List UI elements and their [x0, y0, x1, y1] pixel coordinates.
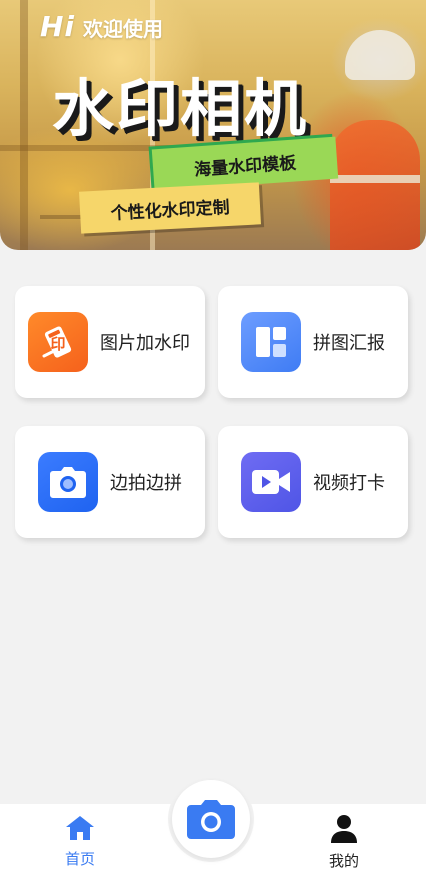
banner-helmet-decoration: [345, 30, 415, 80]
tag-custom-label: 个性化水印定制: [110, 197, 231, 224]
hero-banner[interactable]: Hi 欢迎使用 水印相机 海量水印模板 个性化水印定制: [0, 0, 426, 250]
add-watermark-label: 图片加水印: [100, 333, 190, 354]
shoot-and-stitch-label: 边拍边拼: [110, 473, 182, 494]
banner-decoration: [20, 0, 28, 250]
video-checkin-label: 视频打卡: [313, 473, 385, 494]
video-camera-icon: [241, 452, 301, 512]
collage-report-card[interactable]: 拼图汇报: [218, 286, 408, 398]
greeting-hi: Hi: [40, 10, 76, 43]
watermark-stamp-icon: 印: [28, 312, 88, 372]
collage-report-label: 拼图汇报: [313, 333, 385, 354]
tag-templates-label: 海量水印模板: [193, 152, 297, 181]
banner-vest-stripe: [330, 175, 420, 183]
nav-mine[interactable]: 我的: [294, 814, 394, 874]
collage-grid-icon: [241, 312, 301, 372]
banner-title: 水印相机: [52, 72, 309, 145]
camera-icon: [187, 800, 235, 839]
banner-vest-decoration: [330, 120, 420, 250]
svg-text:印: 印: [50, 335, 65, 353]
nav-mine-label: 我的: [328, 852, 359, 870]
video-checkin-card[interactable]: 视频打卡: [218, 426, 408, 538]
tag-custom: 个性化水印定制: [79, 182, 261, 234]
add-watermark-card[interactable]: 印 图片加水印: [15, 286, 205, 398]
greeting: Hi 欢迎使用: [40, 10, 163, 43]
home-screen: Hi 欢迎使用 水印相机 海量水印模板 个性化水印定制 印 图片加水印 拼图汇报…: [0, 0, 426, 880]
camera-icon: [38, 452, 98, 512]
shutter-camera-button[interactable]: [172, 780, 250, 858]
nav-home[interactable]: 首页: [30, 814, 130, 874]
home-icon: [66, 816, 94, 840]
nav-home-label: 首页: [64, 850, 95, 868]
greeting-welcome: 欢迎使用: [83, 17, 164, 41]
shoot-and-stitch-card[interactable]: 边拍边拼: [15, 426, 205, 538]
person-icon: [331, 815, 357, 843]
